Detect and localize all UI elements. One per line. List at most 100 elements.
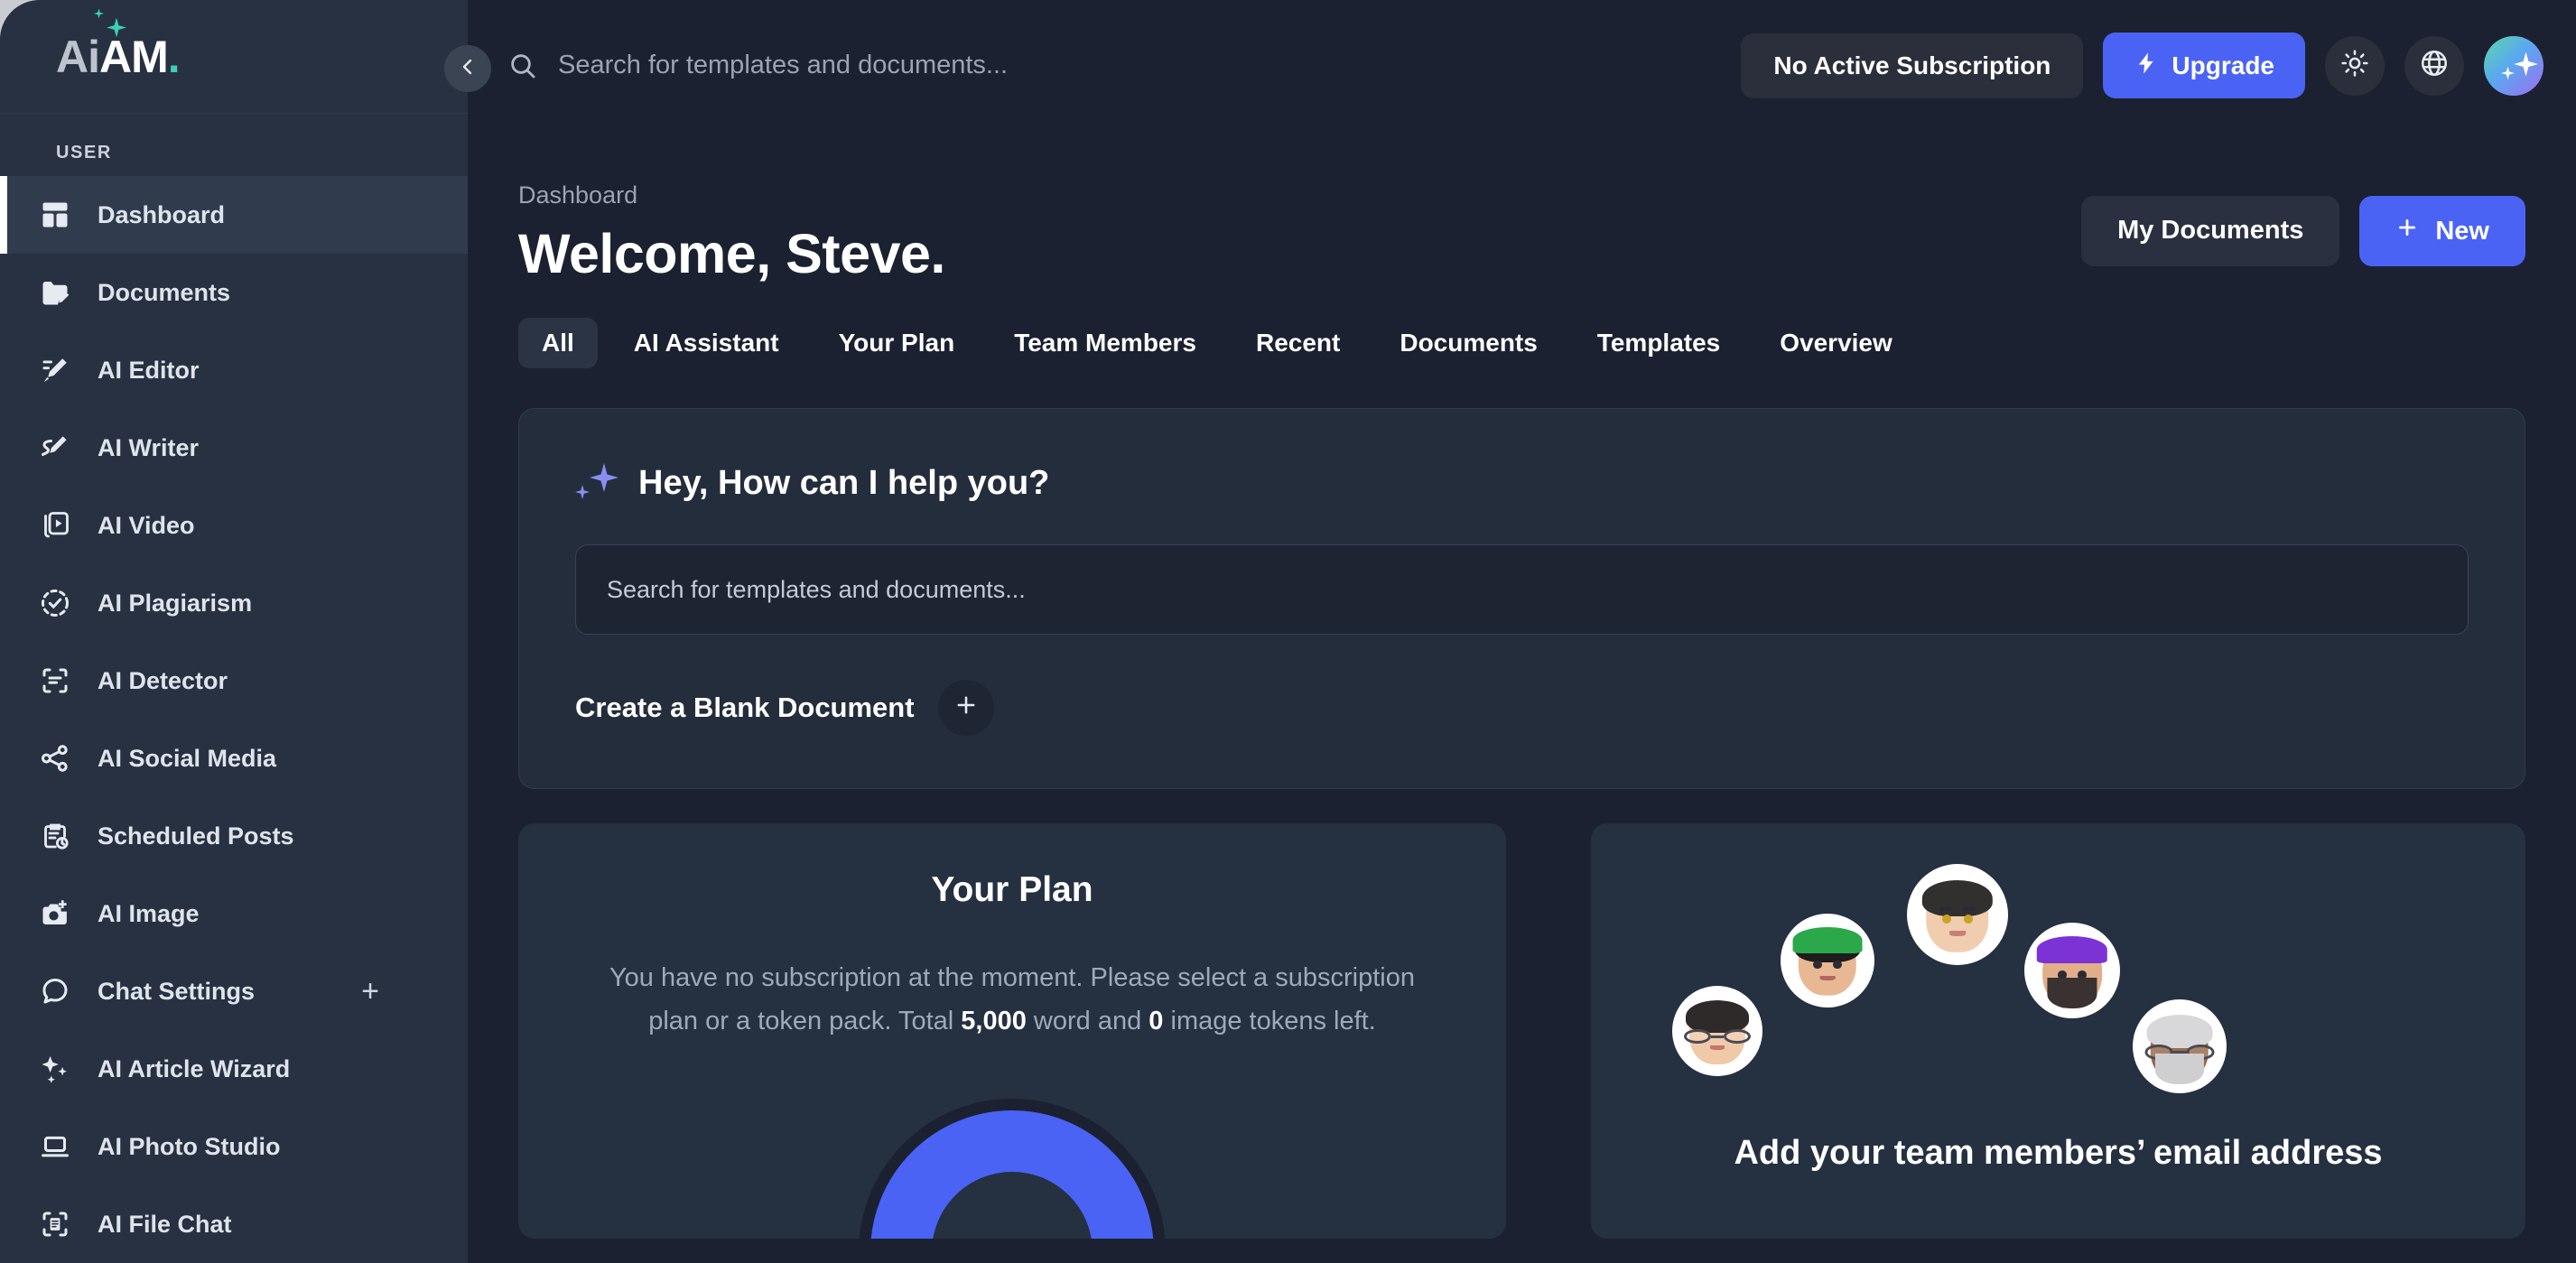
plan-usage-donut-chart xyxy=(859,1099,1166,1239)
subscription-status-badge[interactable]: No Active Subscription xyxy=(1741,33,2084,98)
new-button-label: New xyxy=(2435,216,2489,246)
create-blank-document-label: Create a Blank Document xyxy=(575,692,915,723)
check-circle-dashed-icon xyxy=(38,586,72,620)
sidebar-item-dashboard[interactable]: Dashboard xyxy=(0,176,468,254)
language-button[interactable] xyxy=(2404,35,2464,96)
page-title: Welcome, Steve. xyxy=(518,223,945,284)
sidebar-item-label: AI Editor xyxy=(98,356,200,384)
profile-avatar-button[interactable] xyxy=(2484,35,2543,96)
sidebar-item-documents[interactable]: Documents xyxy=(0,254,468,331)
your-plan-card: Your Plan You have no subscription at th… xyxy=(518,823,1506,1239)
page-heading-group: Dashboard Welcome, Steve. xyxy=(518,181,945,285)
sidebar-item-label: Documents xyxy=(98,278,231,306)
plan-desc-part3: image tokens left. xyxy=(1163,1006,1376,1035)
your-plan-description: You have no subscription at the moment. … xyxy=(581,957,1443,1044)
team-avatars xyxy=(1645,859,2471,1130)
sidebar-section-label: USER xyxy=(56,143,112,163)
dashboard-cards-row: Your Plan You have no subscription at th… xyxy=(518,823,2525,1239)
plus-icon xyxy=(953,691,979,726)
dashboard-tabs: All AI Assistant Your Plan Team Members … xyxy=(518,318,2525,368)
my-documents-button[interactable]: My Documents xyxy=(2081,196,2340,266)
plus-icon xyxy=(2395,216,2419,246)
plan-image-tokens: 0 xyxy=(1149,1006,1164,1035)
tab-your-plan[interactable]: Your Plan xyxy=(815,318,979,368)
globe-icon xyxy=(2419,48,2450,83)
sidebar-item-label: AI Video xyxy=(98,511,195,539)
sidebar-item-ai-detector[interactable]: AI Detector xyxy=(0,642,468,720)
assistant-search-field[interactable] xyxy=(575,544,2469,635)
app-logo[interactable]: A i AM . xyxy=(56,8,181,83)
dashboard-icon xyxy=(38,198,72,232)
sidebar-item-ai-video[interactable]: AI Video xyxy=(0,487,468,564)
logo-area: A i AM . xyxy=(0,0,468,114)
sidebar-item-ai-image[interactable]: AI Image xyxy=(0,875,468,952)
chat-bubble-icon xyxy=(38,974,72,1008)
avatar-man-purple-cap xyxy=(2024,923,2120,1018)
plan-word-tokens: 5,000 xyxy=(961,1006,1027,1035)
avatar-woman-glasses xyxy=(1672,986,1762,1076)
your-plan-title: Your Plan xyxy=(931,870,1093,909)
logo-letter-a: A xyxy=(56,31,88,82)
new-button[interactable]: New xyxy=(2359,196,2525,266)
sidebar-item-ai-social-media[interactable]: AI Social Media xyxy=(0,720,468,797)
tab-team-members[interactable]: Team Members xyxy=(990,318,1220,368)
theme-toggle-button[interactable] xyxy=(2325,35,2385,96)
sparkle-avatar-small-icon xyxy=(2501,66,2515,80)
tab-templates[interactable]: Templates xyxy=(1574,318,1744,368)
sidebar-item-label: AI File Chat xyxy=(98,1210,232,1238)
sidebar-item-ai-article-wizard[interactable]: AI Article Wizard xyxy=(0,1030,468,1108)
create-blank-document-row[interactable]: Create a Blank Document xyxy=(575,680,2469,736)
pencil-write-icon xyxy=(38,431,72,465)
avatar-man-green-cap xyxy=(1781,914,1874,1008)
assistant-card-title: Hey, How can I help you? xyxy=(638,463,1050,502)
tab-ai-assistant[interactable]: AI Assistant xyxy=(610,318,803,368)
page-header: Dashboard Welcome, Steve. My Documents N… xyxy=(518,131,2525,285)
share-nodes-icon xyxy=(38,741,72,775)
page-header-actions: My Documents New xyxy=(2081,181,2525,266)
sidebar-item-label: AI Image xyxy=(98,899,200,927)
create-blank-document-button[interactable] xyxy=(937,680,994,736)
sparkles-icon xyxy=(38,1052,72,1086)
sidebar-item-scheduled-posts[interactable]: Scheduled Posts xyxy=(0,797,468,875)
sidebar-item-chat-settings[interactable]: Chat Settings + xyxy=(0,952,468,1030)
sidebar-item-label: Scheduled Posts xyxy=(98,822,294,850)
team-members-card: Add your team members’ email address xyxy=(1591,823,2525,1239)
page-content: Dashboard Welcome, Steve. My Documents N… xyxy=(468,131,2576,1263)
global-search[interactable] xyxy=(507,51,1722,81)
sidebar-item-label: AI Photo Studio xyxy=(98,1132,281,1160)
search-icon xyxy=(507,51,538,81)
team-members-title: Add your team members’ email address xyxy=(1734,1134,2383,1172)
add-chat-icon[interactable]: + xyxy=(361,976,379,1007)
upgrade-button[interactable]: Upgrade xyxy=(2103,33,2305,98)
ai-assistant-card: Hey, How can I help you? Create a Blank … xyxy=(518,408,2525,789)
scan-file-icon xyxy=(38,1207,72,1241)
sidebar-item-ai-photo-studio[interactable]: AI Photo Studio xyxy=(0,1108,468,1185)
sidebar-collapse-button[interactable] xyxy=(444,45,491,92)
sun-icon xyxy=(2339,48,2370,83)
tab-all[interactable]: All xyxy=(518,318,598,368)
avatar-person-dark-hair xyxy=(1907,864,2008,965)
avatar-older-man-glasses xyxy=(2133,999,2227,1093)
sidebar-item-ai-file-chat[interactable]: AI File Chat xyxy=(0,1185,468,1263)
logo-letter-i: i xyxy=(88,31,100,82)
bolt-icon xyxy=(2134,51,2159,80)
tab-recent[interactable]: Recent xyxy=(1232,318,1363,368)
sidebar-item-ai-editor[interactable]: AI Editor xyxy=(0,331,468,409)
sidebar-item-label: AI Detector xyxy=(98,666,228,694)
sidebar-item-label: AI Article Wizard xyxy=(98,1054,291,1082)
assistant-card-header: Hey, How can I help you? xyxy=(575,461,2469,505)
upgrade-label: Upgrade xyxy=(2171,51,2274,79)
tab-overview[interactable]: Overview xyxy=(1756,318,1916,368)
sparkle-avatar-icon xyxy=(2514,51,2538,77)
sidebar-item-label: Chat Settings xyxy=(98,977,256,1005)
video-play-icon xyxy=(38,508,72,543)
sidebar-item-ai-writer[interactable]: AI Writer xyxy=(0,409,468,487)
sidebar-item-label: AI Plagiarism xyxy=(98,589,253,617)
search-input[interactable] xyxy=(558,51,1722,80)
sidebar-item-ai-plagiarism[interactable]: AI Plagiarism xyxy=(0,564,468,642)
tab-documents[interactable]: Documents xyxy=(1376,318,1560,368)
camera-plus-icon xyxy=(38,896,72,931)
sidebar-item-label: Dashboard xyxy=(98,200,226,228)
top-bar: No Active Subscription Upgrade xyxy=(444,0,2576,131)
assistant-search-input[interactable] xyxy=(607,575,2437,604)
